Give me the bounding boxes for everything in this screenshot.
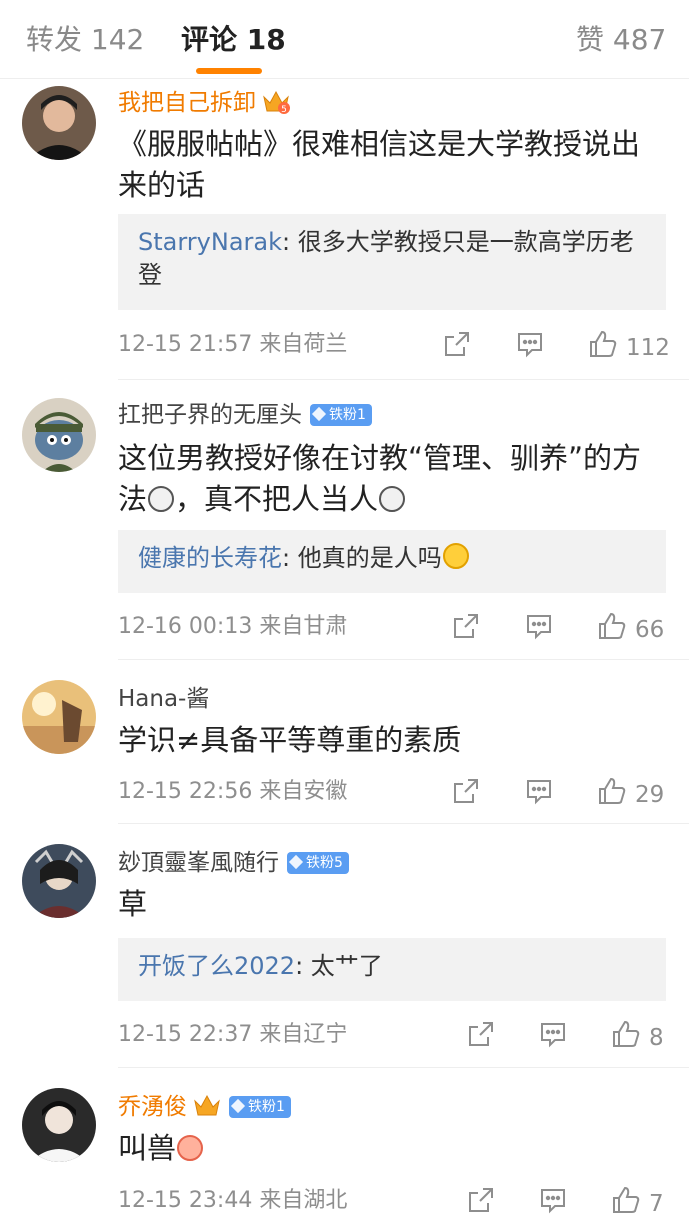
crown-icon: 5 xyxy=(262,89,290,123)
ghost-emoji-icon xyxy=(379,486,406,512)
comment-icon[interactable] xyxy=(516,330,544,360)
comment-meta: 12-15 22:37 来自辽宁 xyxy=(118,1022,348,1047)
reply-author[interactable]: 健康的长寿花 xyxy=(138,544,282,572)
diamond-icon xyxy=(311,406,327,422)
like-button[interactable]: 66 xyxy=(597,611,664,643)
crown-level: 5 xyxy=(281,105,287,115)
reply-box[interactable]: 开饭了么2022: 太艹了 xyxy=(118,938,666,1001)
commenter-name[interactable]: 乔湧俊 铁粉1 xyxy=(118,1092,291,1127)
fan-badge: 铁粉5 xyxy=(287,852,349,874)
like-count: 66 xyxy=(635,617,665,643)
comment-text: 草 xyxy=(118,887,148,921)
like-button[interactable]: 8 xyxy=(611,1019,664,1051)
reply-text: : 他真的是人吗 xyxy=(282,544,442,572)
comment-text: 学识≠具备平等尊重的素质 xyxy=(118,723,462,757)
active-tab-indicator xyxy=(196,68,262,74)
crown-icon xyxy=(193,1093,221,1127)
tab-comments[interactable]: 评论 18 xyxy=(181,20,286,60)
share-icon[interactable] xyxy=(467,1186,495,1216)
fan-badge-label: 铁粉1 xyxy=(329,407,366,423)
avatar[interactable] xyxy=(22,1088,96,1162)
diamond-icon xyxy=(288,854,304,870)
fan-badge: 铁粉1 xyxy=(229,1096,291,1118)
comment-item: 乔湧俊 铁粉1 叫兽 12-15 23:44 来自湖北 7 xyxy=(0,1068,689,1217)
commenter-name[interactable]: 我把自己拆卸 5 xyxy=(118,88,290,123)
commenter-name[interactable]: Hana-酱 xyxy=(118,684,209,714)
like-icon xyxy=(590,330,617,357)
like-count: 112 xyxy=(626,335,670,361)
commenter-name-text[interactable]: 扛把子界的无厘头 xyxy=(118,402,302,428)
commenter-name-text[interactable]: 玅頂靈峯風随行 xyxy=(118,850,279,876)
like-count: 7 xyxy=(649,1191,664,1217)
tab-likes[interactable]: 赞 487 xyxy=(576,20,666,60)
reply-box[interactable]: StarryNarak: 很多大学教授只是一款高学历老登 xyxy=(118,214,666,310)
like-button[interactable]: 112 xyxy=(588,329,670,361)
ghost-emoji-icon xyxy=(148,486,175,512)
reply-box[interactable]: 健康的长寿花: 他真的是人吗 xyxy=(118,530,666,593)
diamond-icon xyxy=(230,1098,246,1114)
reply-author[interactable]: StarryNarak xyxy=(138,228,282,256)
tab-repost[interactable]: 转发 142 xyxy=(26,20,144,60)
comment-tabs: 转发 142 评论 18 赞 487 xyxy=(0,0,689,79)
comment-icon[interactable] xyxy=(539,1186,567,1216)
share-icon[interactable] xyxy=(443,330,471,360)
comment-text-part: 叫兽 xyxy=(118,1131,177,1165)
comment-text-part: ，真不把人当人 xyxy=(175,482,379,516)
comment-icon[interactable] xyxy=(525,777,553,807)
pig-emoji-icon xyxy=(177,1135,204,1161)
comment-text: 《服服帖帖》很难相信这是大学教授说出来的话 xyxy=(118,127,641,202)
commenter-name-text[interactable]: 乔湧俊 xyxy=(118,1094,187,1120)
commenter-name-text[interactable]: 我把自己拆卸 xyxy=(118,90,256,116)
like-icon xyxy=(599,777,626,804)
comment-item: 我把自己拆卸 5 《服服帖帖》很难相信这是大学教授说出来的话 StarryNara… xyxy=(0,80,689,380)
avatar[interactable] xyxy=(22,844,96,918)
fan-badge-label: 铁粉5 xyxy=(306,855,343,871)
reply-text: : 太艹了 xyxy=(295,952,383,980)
like-icon xyxy=(613,1186,640,1213)
share-icon[interactable] xyxy=(452,612,480,642)
avatar[interactable] xyxy=(22,86,96,160)
avatar[interactable] xyxy=(22,680,96,754)
like-button[interactable]: 29 xyxy=(597,776,664,808)
comment-icon[interactable] xyxy=(525,612,553,642)
like-icon xyxy=(613,1020,640,1047)
share-icon[interactable] xyxy=(452,777,480,807)
comment-icon[interactable] xyxy=(539,1020,567,1050)
commenter-name[interactable]: 玅頂靈峯風随行 铁粉5 xyxy=(118,848,349,878)
commenter-name[interactable]: 扛把子界的无厘头 铁粉1 xyxy=(118,400,372,430)
comment-meta: 12-15 23:44 来自湖北 xyxy=(118,1188,348,1213)
comment-meta: 12-15 21:57 来自荷兰 xyxy=(118,332,348,357)
comment-text: 叫兽 xyxy=(118,1128,668,1169)
like-count: 29 xyxy=(635,782,665,808)
comment-text: 这位男教授好像在讨教“管理、驯养”的方法 ，真不把人当人 xyxy=(118,438,668,520)
like-icon xyxy=(599,612,626,639)
share-icon[interactable] xyxy=(467,1020,495,1050)
avatar[interactable] xyxy=(22,398,96,472)
like-count: 8 xyxy=(649,1025,664,1051)
comment-item: 扛把子界的无厘头 铁粉1 这位男教授好像在讨教“管理、驯养”的方法 ，真不把人当人 … xyxy=(0,380,689,660)
comment-meta: 12-15 22:56 来自安徽 xyxy=(118,779,348,804)
laugh-cry-emoji-icon xyxy=(442,543,469,569)
comment-item: Hana-酱 学识≠具备平等尊重的素质 12-15 22:56 来自安徽 29 xyxy=(0,660,689,824)
fan-badge-label: 铁粉1 xyxy=(248,1099,285,1115)
fan-badge: 铁粉1 xyxy=(310,404,372,426)
reply-author[interactable]: 开饭了么2022 xyxy=(138,952,295,980)
like-button[interactable]: 7 xyxy=(611,1185,664,1217)
comment-meta: 12-16 00:13 来自甘肃 xyxy=(118,614,348,639)
comment-item: 玅頂靈峯風随行 铁粉5 草 开饭了么2022: 太艹了 12-15 22:37 来… xyxy=(0,824,689,1068)
